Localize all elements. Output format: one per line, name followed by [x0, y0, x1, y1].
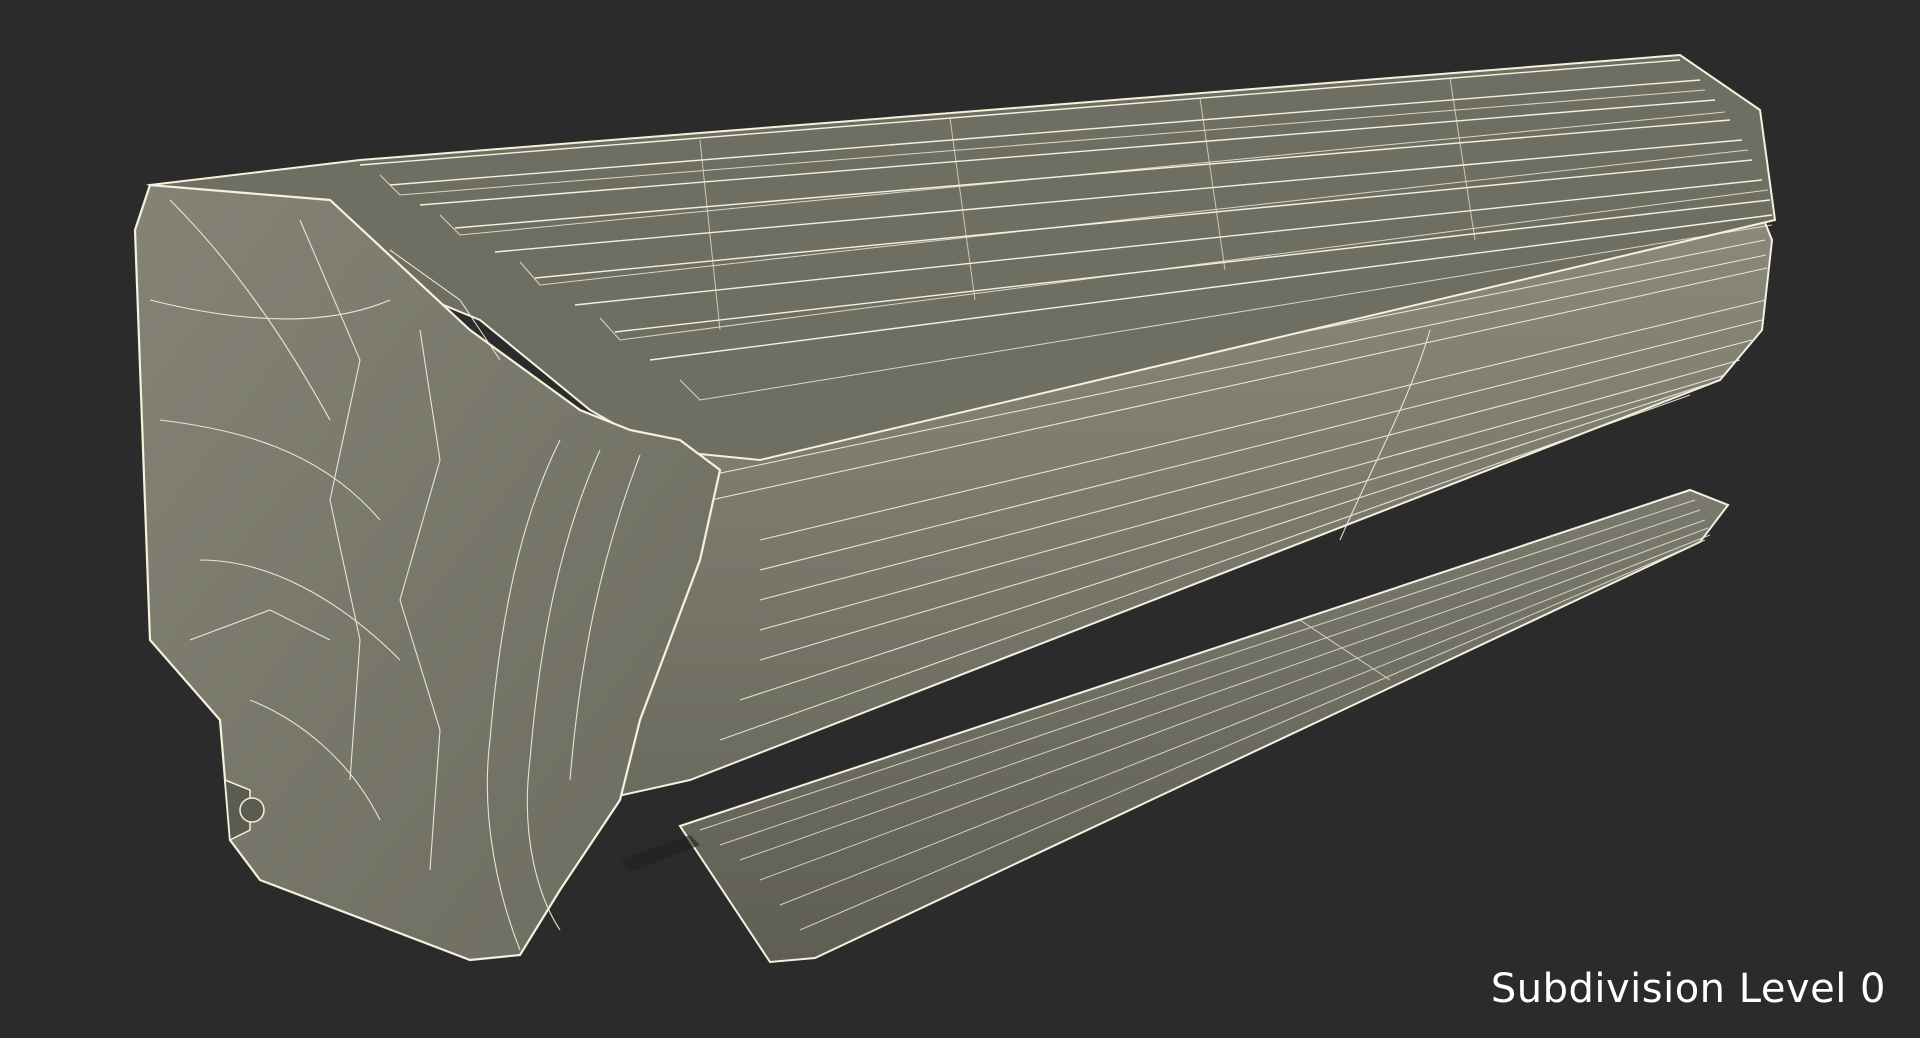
render-viewport: Subdivision Level 0	[0, 0, 1920, 1038]
ac-unit-wireframe-render	[133, 53, 1777, 964]
subdivision-caption: Subdivision Level 0	[1490, 966, 1886, 1012]
